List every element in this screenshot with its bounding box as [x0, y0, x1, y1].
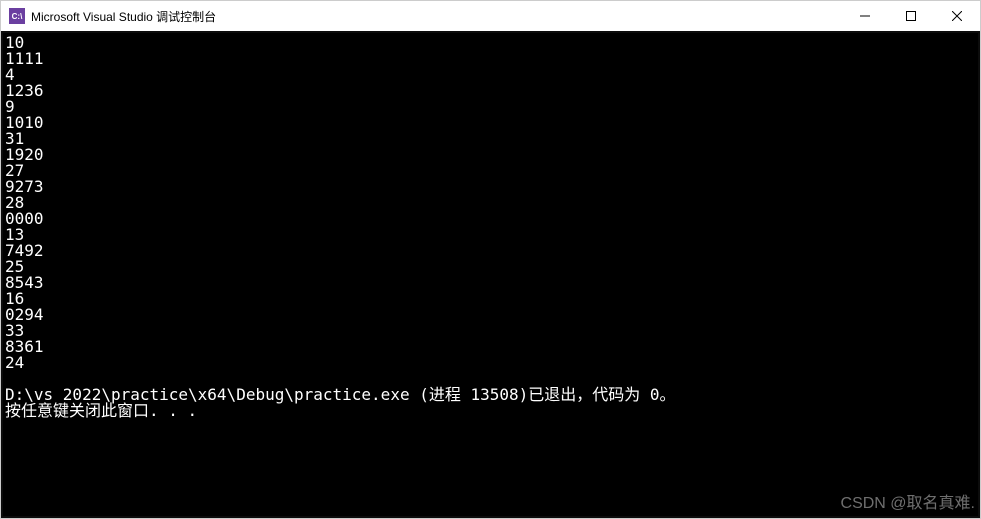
window-controls	[842, 1, 980, 31]
close-button[interactable]	[934, 1, 980, 31]
console-window: C:\ Microsoft Visual Studio 调试控制台 10 111…	[0, 0, 981, 519]
titlebar: C:\ Microsoft Visual Studio 调试控制台	[1, 1, 980, 31]
console-area-wrap: 10 1111 4 1236 9 1010 31 1920 27 9273 28…	[1, 31, 980, 518]
minimize-button[interactable]	[842, 1, 888, 31]
maximize-button[interactable]	[888, 1, 934, 31]
window-title: Microsoft Visual Studio 调试控制台	[31, 8, 842, 25]
console-output[interactable]: 10 1111 4 1236 9 1010 31 1920 27 9273 28…	[3, 33, 978, 516]
app-icon: C:\	[9, 8, 25, 24]
minimize-icon	[860, 11, 870, 21]
close-icon	[952, 11, 962, 21]
maximize-icon	[906, 11, 916, 21]
